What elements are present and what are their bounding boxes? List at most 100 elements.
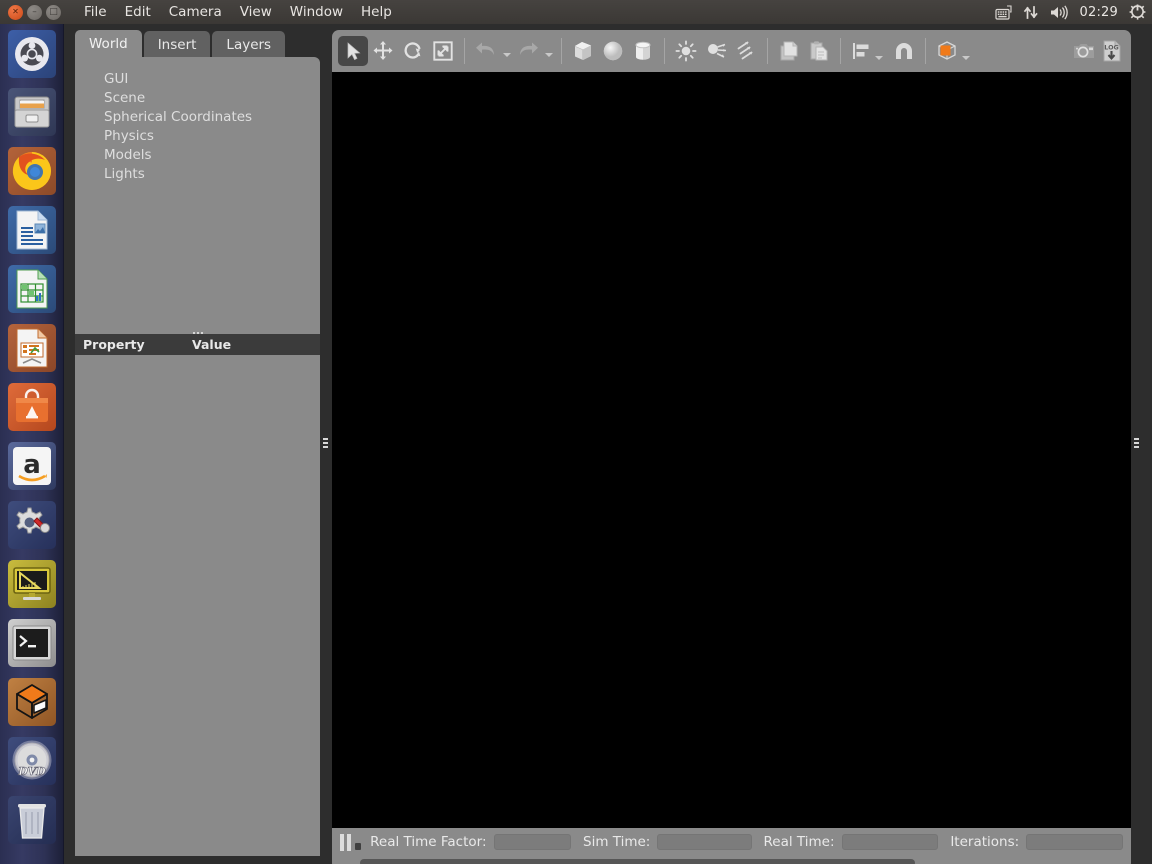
launcher-item-system-settings[interactable]: [8, 501, 56, 549]
desktop-screen: ✕ – □ File Edit Camera View Window Help: [0, 0, 1152, 864]
launcher-item-gazebo[interactable]: [8, 678, 56, 726]
menu-camera[interactable]: Camera: [160, 2, 231, 22]
chevron-down-icon: [875, 56, 883, 60]
iterations-label: Iterations:: [950, 834, 1020, 850]
volume-icon[interactable]: [1050, 0, 1069, 24]
launcher-item-display-settings[interactable]: [8, 560, 56, 608]
menu-file[interactable]: File: [75, 2, 116, 22]
undo-button[interactable]: [471, 36, 501, 66]
close-window-button[interactable]: ✕: [8, 4, 23, 20]
3d-viewport[interactable]: [332, 72, 1131, 828]
menu-edit[interactable]: Edit: [116, 2, 160, 22]
launcher-item-libreoffice-writer[interactable]: [8, 206, 56, 254]
svg-text:DVD: DVD: [17, 765, 46, 778]
launcher-item-libreoffice-impress[interactable]: [8, 324, 56, 372]
insert-box-button[interactable]: [568, 36, 598, 66]
menu-bar: File Edit Camera View Window Help: [75, 2, 401, 22]
view-angle-button[interactable]: [932, 36, 962, 66]
view-angle-dropdown-button[interactable]: [960, 36, 972, 66]
tree-item-lights[interactable]: Lights: [104, 165, 320, 184]
translate-mode-button[interactable]: [368, 36, 398, 66]
minimize-icon: –: [32, 6, 37, 17]
svg-text:a: a: [23, 450, 41, 480]
real-time-label: Real Time:: [763, 834, 835, 850]
dock-tab-bar: World Insert Layers: [75, 30, 286, 58]
unity-launcher: a DVD: [0, 24, 70, 864]
status-scrollbar-track[interactable]: [332, 856, 1131, 864]
launcher-item-amazon[interactable]: a: [8, 442, 56, 490]
menu-window[interactable]: Window: [281, 2, 352, 22]
select-mode-button[interactable]: [338, 36, 368, 66]
pause-button[interactable]: [340, 833, 351, 851]
rotate-mode-button[interactable]: [398, 36, 428, 66]
screenshot-button[interactable]: [1069, 36, 1099, 66]
undo-dropdown-button[interactable]: [501, 36, 513, 66]
toolbar-separator: [840, 38, 841, 64]
sim-time-label: Sim Time:: [583, 834, 651, 850]
toolbar-separator: [464, 38, 465, 64]
render-column: LOG Real Time Factor: Sim Time: Real Tim…: [332, 30, 1131, 864]
sim-time-value: [657, 834, 752, 850]
chevron-down-icon: [962, 56, 970, 60]
insert-point-light-button[interactable]: [671, 36, 701, 66]
chevron-down-icon: [503, 53, 511, 57]
launcher-item-ubuntu-dash[interactable]: [8, 30, 56, 78]
copy-button[interactable]: [774, 36, 804, 66]
tab-world[interactable]: World: [75, 30, 142, 58]
tab-insert[interactable]: Insert: [143, 31, 211, 58]
redo-dropdown-button[interactable]: [543, 36, 555, 66]
status-scrollbar-thumb[interactable]: [360, 859, 915, 864]
tab-layers[interactable]: Layers: [212, 31, 286, 58]
clock[interactable]: 02:29: [1080, 0, 1118, 24]
toolbar-separator: [561, 38, 562, 64]
left-dock-panel: World Insert Layers GUI Scene Spherical …: [75, 30, 320, 856]
tree-item-scene[interactable]: Scene: [104, 89, 320, 108]
launcher-item-trash[interactable]: [8, 796, 56, 844]
step-button[interactable]: [355, 843, 362, 850]
network-icon[interactable]: [1023, 0, 1039, 24]
launcher-item-files[interactable]: [8, 88, 56, 136]
main-toolbar: LOG: [332, 30, 1131, 72]
launcher-item-firefox[interactable]: [8, 147, 56, 195]
align-dropdown-button[interactable]: [873, 36, 885, 66]
minimize-window-button[interactable]: –: [27, 4, 42, 20]
launcher-item-terminal[interactable]: [8, 619, 56, 667]
tree-item-physics[interactable]: Physics: [104, 127, 320, 146]
maximize-icon: □: [49, 6, 58, 17]
tree-item-models[interactable]: Models: [104, 146, 320, 165]
splitter-grip-icon: [322, 438, 328, 448]
log-record-button[interactable]: LOG: [1099, 36, 1125, 66]
window-controls: ✕ – □: [0, 4, 67, 20]
simulation-status-bar: Real Time Factor: Sim Time: Real Time: I…: [332, 828, 1131, 856]
left-vertical-splitter[interactable]: [320, 30, 330, 856]
power-gear-icon[interactable]: [1129, 0, 1146, 24]
insert-spot-light-button[interactable]: [701, 36, 731, 66]
maximize-window-button[interactable]: □: [46, 4, 61, 20]
scale-mode-button[interactable]: [428, 36, 458, 66]
system-tray: 02:29: [994, 0, 1146, 24]
right-vertical-splitter[interactable]: [1131, 30, 1141, 856]
menu-view[interactable]: View: [231, 2, 281, 22]
tree-item-spherical-coordinates[interactable]: Spherical Coordinates: [104, 108, 320, 127]
close-icon: ✕: [12, 7, 19, 16]
redo-button[interactable]: [513, 36, 543, 66]
keyboard-icon[interactable]: [994, 0, 1012, 24]
snap-button[interactable]: [889, 36, 919, 66]
insert-cylinder-button[interactable]: [628, 36, 658, 66]
column-header-value[interactable]: Value: [192, 337, 320, 352]
world-tree: GUI Scene Spherical Coordinates Physics …: [75, 57, 320, 329]
column-header-property[interactable]: Property: [75, 337, 192, 352]
menu-help[interactable]: Help: [352, 2, 401, 22]
launcher-item-disc-writer[interactable]: DVD: [8, 737, 56, 785]
top-panel: ✕ – □ File Edit Camera View Window Help: [0, 0, 1152, 24]
toolbar-separator: [664, 38, 665, 64]
insert-sphere-button[interactable]: [598, 36, 628, 66]
tree-item-gui[interactable]: GUI: [104, 70, 320, 89]
insert-directional-light-button[interactable]: [731, 36, 761, 66]
chevron-down-icon: [545, 53, 553, 57]
svg-text:LOG: LOG: [1104, 44, 1119, 52]
launcher-item-libreoffice-calc[interactable]: [8, 265, 56, 313]
real-time-factor-value: [493, 834, 571, 850]
paste-button[interactable]: [804, 36, 834, 66]
launcher-item-ubuntu-software[interactable]: [8, 383, 56, 431]
